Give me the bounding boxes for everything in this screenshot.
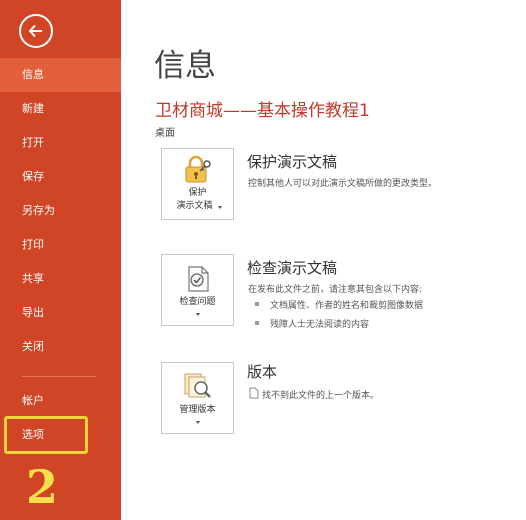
sidebar-divider bbox=[22, 376, 96, 377]
nav-item-share[interactable]: 共享 bbox=[0, 262, 121, 296]
nav-item-print[interactable]: 打印 bbox=[0, 228, 121, 262]
nav-item-save-as[interactable]: 另存为 bbox=[0, 194, 121, 228]
inspect-item-accessibility: 残障人士无法阅读的内容 bbox=[270, 320, 370, 330]
back-arrow-icon bbox=[28, 24, 42, 38]
inspect-section-title: 检查演示文稿 bbox=[247, 259, 338, 277]
manage-versions-button[interactable]: 管理版本 bbox=[161, 362, 234, 434]
versions-section-title: 版本 bbox=[247, 363, 278, 381]
manage-versions-label: 管理版本 bbox=[179, 405, 216, 415]
protect-section-title: 保护演示文稿 bbox=[247, 153, 338, 171]
nav-item-account[interactable]: 帐户 bbox=[0, 384, 121, 418]
nav-item-open[interactable]: 打开 bbox=[0, 126, 121, 160]
nav-item-close[interactable]: 关闭 bbox=[0, 330, 121, 364]
bullet-icon bbox=[255, 321, 259, 325]
options-highlight-box bbox=[4, 416, 88, 454]
step-number-annotation: 2 bbox=[26, 460, 59, 514]
document-icon bbox=[249, 387, 259, 399]
bullet-icon bbox=[255, 302, 259, 306]
document-location: 桌面 bbox=[155, 128, 175, 139]
inspect-section-description: 在发布此文件之前，请注意其包含以下内容: bbox=[248, 285, 423, 295]
check-for-issues-button[interactable]: 检查问题 bbox=[161, 254, 234, 326]
protect-section-description: 控制其他人可以对此演示文稿所做的更改类型。 bbox=[248, 179, 438, 189]
protect-dropdown-caret-icon bbox=[218, 206, 222, 209]
protect-presentation-button[interactable]: 保护 演示文稿 bbox=[161, 148, 234, 220]
backstage-sidebar: 信息 新建 打开 保存 另存为 打印 共享 导出 关闭 帐户 选项 2 bbox=[0, 0, 121, 520]
back-button[interactable] bbox=[19, 14, 53, 48]
lock-key-icon bbox=[185, 155, 211, 183]
versions-section-description: 找不到此文件的上一个版本。 bbox=[262, 391, 380, 401]
nav-item-save[interactable]: 保存 bbox=[0, 160, 121, 194]
inspect-item-document-properties: 文档属性、作者的姓名和裁剪图像数据 bbox=[270, 301, 424, 311]
nav-item-export[interactable]: 导出 bbox=[0, 296, 121, 330]
inspect-document-icon bbox=[188, 266, 209, 292]
document-title: 卫材商城——基本操作教程1 bbox=[155, 101, 370, 121]
nav-item-info[interactable]: 信息 bbox=[0, 58, 121, 92]
protect-button-label-1: 保护 bbox=[188, 188, 207, 198]
versions-dropdown-caret-icon bbox=[196, 421, 200, 424]
nav-item-new[interactable]: 新建 bbox=[0, 92, 121, 126]
inspect-dropdown-caret-icon bbox=[196, 313, 200, 316]
manage-versions-icon bbox=[184, 373, 211, 398]
check-for-issues-label: 检查问题 bbox=[179, 297, 216, 307]
page-title: 信息 bbox=[154, 48, 216, 84]
